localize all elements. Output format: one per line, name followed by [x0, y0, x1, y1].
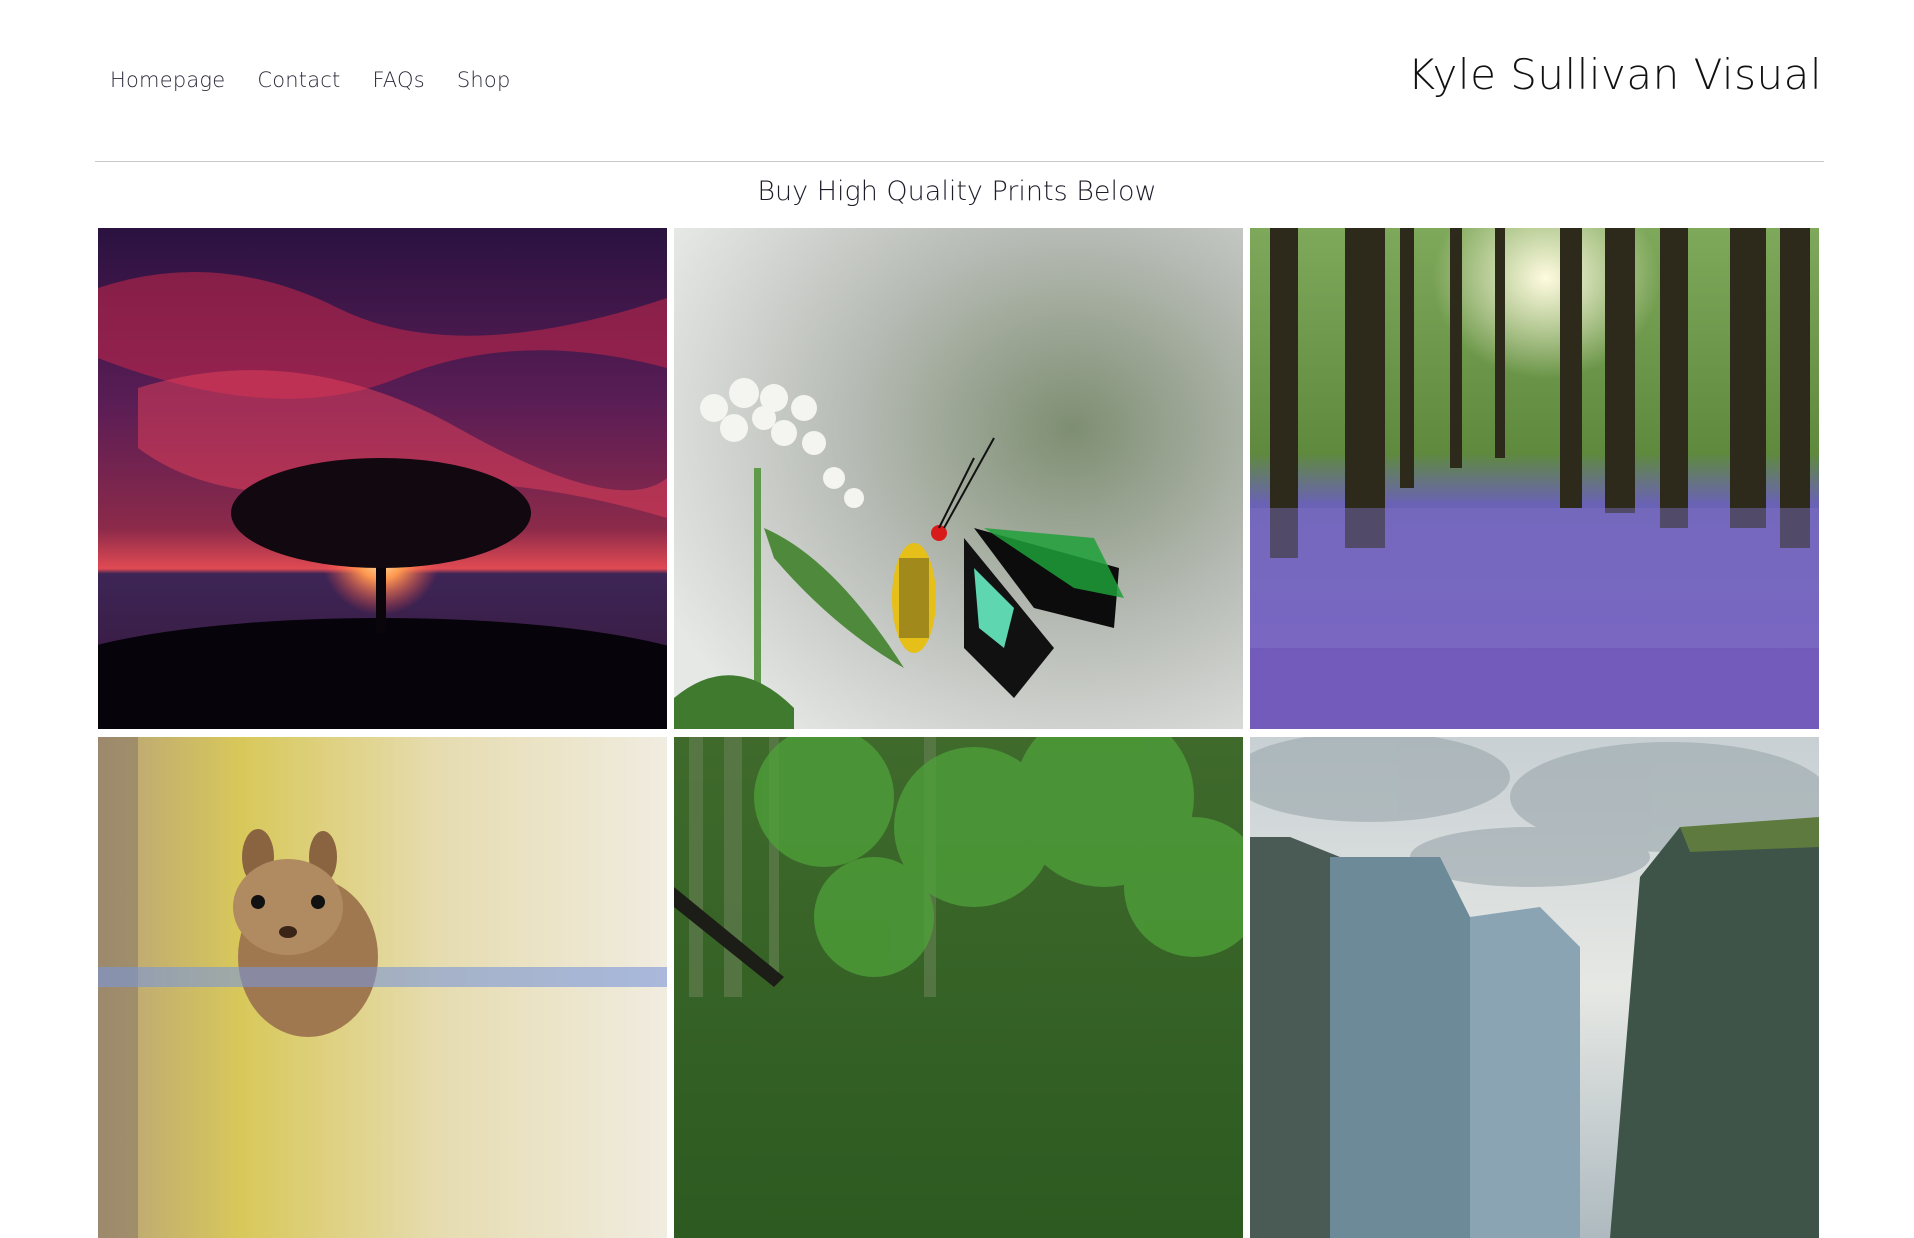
gallery-tile-bluebell-forest[interactable]	[1250, 228, 1819, 729]
sunset-tree-photo	[98, 228, 667, 729]
header-divider	[95, 161, 1824, 162]
page-heading: Buy High Quality Prints Below	[757, 176, 1157, 207]
gallery-tile-chipmunk[interactable]	[98, 737, 667, 1238]
main-nav: Homepage Contact FAQs Shop	[110, 68, 511, 92]
gallery-tile-sunset-tree[interactable]	[98, 228, 667, 729]
site-brand-title[interactable]: Kyle Sullivan Visual	[1408, 50, 1822, 99]
gallery-tile-butterfly[interactable]	[674, 228, 1243, 729]
fjord-cliffs-photo	[1250, 737, 1819, 1238]
gallery-tile-green-forest[interactable]	[674, 737, 1243, 1238]
butterfly-flower-photo	[674, 228, 1243, 729]
bluebell-forest-photo	[1250, 228, 1819, 729]
print-gallery	[98, 228, 1820, 1238]
nav-homepage-link[interactable]: Homepage	[110, 68, 225, 92]
site-header: Homepage Contact FAQs Shop Kyle Sullivan…	[0, 0, 1914, 162]
nav-shop-link[interactable]: Shop	[457, 68, 511, 92]
gallery-tile-fjord-cliffs[interactable]	[1250, 737, 1819, 1238]
nav-contact-link[interactable]: Contact	[257, 68, 340, 92]
chipmunk-photo	[98, 737, 667, 1238]
green-forest-photo	[674, 737, 1243, 1238]
nav-faqs-link[interactable]: FAQs	[372, 68, 424, 92]
